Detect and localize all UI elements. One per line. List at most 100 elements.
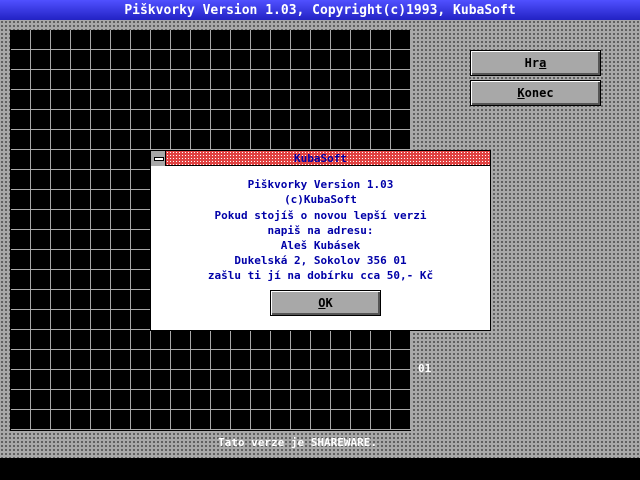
board-cell[interactable] [31,370,51,390]
board-cell[interactable] [11,390,31,410]
board-cell[interactable] [31,270,51,290]
board-cell[interactable] [191,90,211,110]
board-cell[interactable] [231,370,251,390]
board-cell[interactable] [91,270,111,290]
board-cell[interactable] [271,30,291,50]
board-cell[interactable] [351,330,371,350]
board-cell[interactable] [171,70,191,90]
board-cell[interactable] [51,250,71,270]
board-cell[interactable] [231,30,251,50]
board-cell[interactable] [291,370,311,390]
board-cell[interactable] [251,110,271,130]
board-cell[interactable] [11,330,31,350]
board-cell[interactable] [371,70,391,90]
board-cell[interactable] [31,170,51,190]
board-cell[interactable] [111,310,131,330]
board-cell[interactable] [311,350,331,370]
board-cell[interactable] [91,290,111,310]
board-cell[interactable] [31,50,51,70]
board-cell[interactable] [371,90,391,110]
board-cell[interactable] [11,70,31,90]
board-cell[interactable] [231,330,251,350]
board-cell[interactable] [11,30,31,50]
board-cell[interactable] [171,410,191,430]
board-cell[interactable] [211,370,231,390]
board-cell[interactable] [251,390,271,410]
board-cell[interactable] [31,190,51,210]
board-cell[interactable] [31,30,51,50]
board-cell[interactable] [271,90,291,110]
board-cell[interactable] [11,250,31,270]
board-cell[interactable] [71,410,91,430]
board-cell[interactable] [391,30,411,50]
board-cell[interactable] [151,410,171,430]
board-cell[interactable] [91,130,111,150]
board-cell[interactable] [191,50,211,70]
board-cell[interactable] [151,350,171,370]
board-cell[interactable] [191,410,211,430]
board-cell[interactable] [131,30,151,50]
board-cell[interactable] [311,330,331,350]
board-cell[interactable] [91,170,111,190]
board-cell[interactable] [391,330,411,350]
board-cell[interactable] [91,50,111,70]
board-cell[interactable] [391,390,411,410]
board-cell[interactable] [291,350,311,370]
board-cell[interactable] [131,330,151,350]
board-cell[interactable] [111,410,131,430]
board-cell[interactable] [291,110,311,130]
board-cell[interactable] [111,350,131,370]
board-cell[interactable] [351,390,371,410]
board-cell[interactable] [131,170,151,190]
board-cell[interactable] [151,50,171,70]
board-cell[interactable] [211,330,231,350]
board-cell[interactable] [71,150,91,170]
board-cell[interactable] [191,390,211,410]
board-cell[interactable] [311,390,331,410]
board-cell[interactable] [391,410,411,430]
board-cell[interactable] [71,50,91,70]
board-cell[interactable] [131,190,151,210]
board-cell[interactable] [271,70,291,90]
board-cell[interactable] [91,370,111,390]
board-cell[interactable] [71,30,91,50]
board-cell[interactable] [371,370,391,390]
board-cell[interactable] [111,210,131,230]
board-cell[interactable] [171,350,191,370]
board-cell[interactable] [51,350,71,370]
board-cell[interactable] [291,390,311,410]
board-cell[interactable] [31,70,51,90]
board-cell[interactable] [191,370,211,390]
board-cell[interactable] [111,250,131,270]
board-cell[interactable] [131,310,151,330]
board-cell[interactable] [91,190,111,210]
board-cell[interactable] [391,50,411,70]
board-cell[interactable] [131,270,151,290]
board-cell[interactable] [31,230,51,250]
board-cell[interactable] [251,50,271,70]
board-cell[interactable] [291,30,311,50]
board-cell[interactable] [151,70,171,90]
board-cell[interactable] [251,370,271,390]
board-cell[interactable] [151,110,171,130]
board-cell[interactable] [131,150,151,170]
board-cell[interactable] [31,410,51,430]
board-cell[interactable] [311,110,331,130]
board-cell[interactable] [111,70,131,90]
board-cell[interactable] [11,150,31,170]
board-cell[interactable] [131,70,151,90]
board-cell[interactable] [331,330,351,350]
board-cell[interactable] [311,130,331,150]
board-cell[interactable] [291,90,311,110]
board-cell[interactable] [131,110,151,130]
board-cell[interactable] [131,130,151,150]
board-cell[interactable] [231,110,251,130]
board-cell[interactable] [311,30,331,50]
board-cell[interactable] [11,90,31,110]
board-cell[interactable] [291,330,311,350]
board-cell[interactable] [351,30,371,50]
board-cell[interactable] [111,130,131,150]
board-cell[interactable] [71,350,91,370]
board-cell[interactable] [191,350,211,370]
board-cell[interactable] [171,370,191,390]
